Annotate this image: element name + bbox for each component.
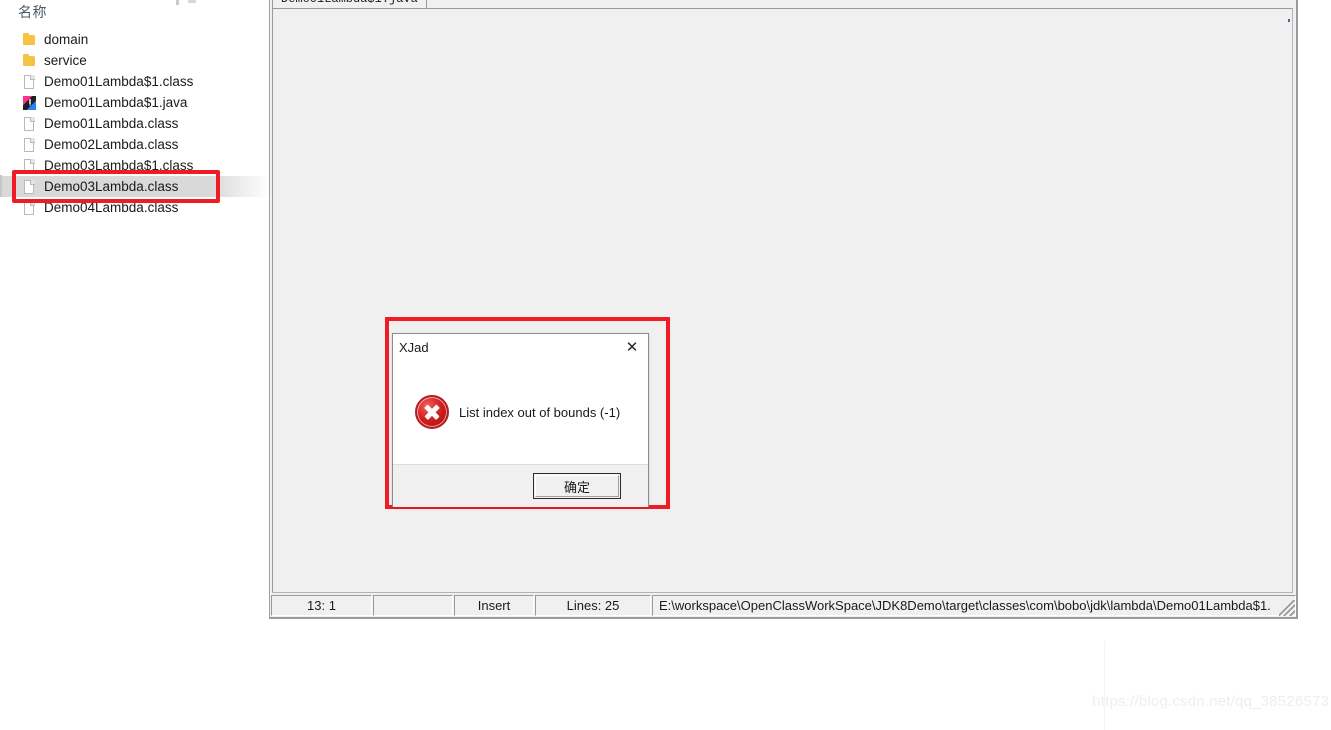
- list-item-label: Demo01Lambda$1.java: [44, 95, 188, 110]
- watermark-text: https://blog.csdn.net/qq_38526573: [1092, 693, 1329, 710]
- document-icon: [22, 74, 37, 90]
- xjad-status-bar: 13: 1 Insert Lines: 25 E:\workspace\Open…: [271, 595, 1296, 616]
- list-item[interactable]: Demo02Lambda.class: [0, 134, 266, 155]
- error-icon: [415, 395, 449, 429]
- folder-icon: [22, 53, 37, 69]
- column-header-name: 名称: [18, 4, 47, 20]
- close-icon[interactable]: ✕: [622, 337, 642, 357]
- header-artifact: [188, 0, 196, 3]
- status-line-count: Lines: 25: [535, 595, 651, 616]
- ok-button[interactable]: 确定: [533, 473, 621, 499]
- dialog-title-bar: XJad ✕: [393, 334, 648, 360]
- status-insert-mode: Insert: [454, 595, 534, 616]
- intellij-idea-icon: [22, 95, 37, 111]
- list-item-label: Demo01Lambda$1.class: [44, 74, 194, 89]
- list-item[interactable]: Demo01Lambda$1.java: [0, 92, 266, 113]
- header-artifact: [176, 0, 179, 5]
- xjad-error-dialog: XJad ✕ List index out of bounds (-1) 确定: [392, 333, 649, 507]
- file-explorer-pane: 名称 domain service Demo01Lambda$1.class D…: [0, 0, 270, 630]
- list-item-label: domain: [44, 32, 89, 47]
- dialog-footer: 确定: [393, 464, 648, 507]
- status-cursor-position: 13: 1: [271, 595, 372, 616]
- list-item[interactable]: service: [0, 50, 266, 71]
- xjad-tab-strip: Demo01Lambda$1.java: [270, 0, 1296, 8]
- list-item[interactable]: domain: [0, 29, 266, 50]
- status-blank-cell: [373, 595, 453, 616]
- list-item-label: Demo01Lambda.class: [44, 116, 179, 131]
- window-resize-grip[interactable]: [1279, 600, 1295, 616]
- folder-icon: [22, 32, 37, 48]
- status-file-path: E:\workspace\OpenClassWorkSpace\JDK8Demo…: [652, 595, 1296, 616]
- watermark-rule: [1104, 641, 1105, 730]
- dialog-body: List index out of bounds (-1): [393, 360, 648, 464]
- dialog-title: XJad: [399, 339, 429, 355]
- document-icon: [22, 116, 37, 132]
- document-icon: [22, 137, 37, 153]
- tab-demo01lambda-java[interactable]: Demo01Lambda$1.java: [272, 0, 427, 8]
- list-item-label: service: [44, 53, 87, 68]
- editor-caret-marker: [1288, 19, 1290, 22]
- annotation-box-selected-file: [12, 170, 220, 203]
- list-item[interactable]: Demo01Lambda$1.class: [0, 71, 266, 92]
- list-item-label: Demo02Lambda.class: [44, 137, 179, 152]
- dialog-message: List index out of bounds (-1): [459, 404, 621, 420]
- xjad-window: Demo01Lambda$1.java 13: 1 Insert Lines: …: [269, 0, 1298, 619]
- screen-root: 名称 domain service Demo01Lambda$1.class D…: [0, 0, 1331, 730]
- list-item[interactable]: Demo01Lambda.class: [0, 113, 266, 134]
- ok-button-label: 确定: [535, 475, 619, 497]
